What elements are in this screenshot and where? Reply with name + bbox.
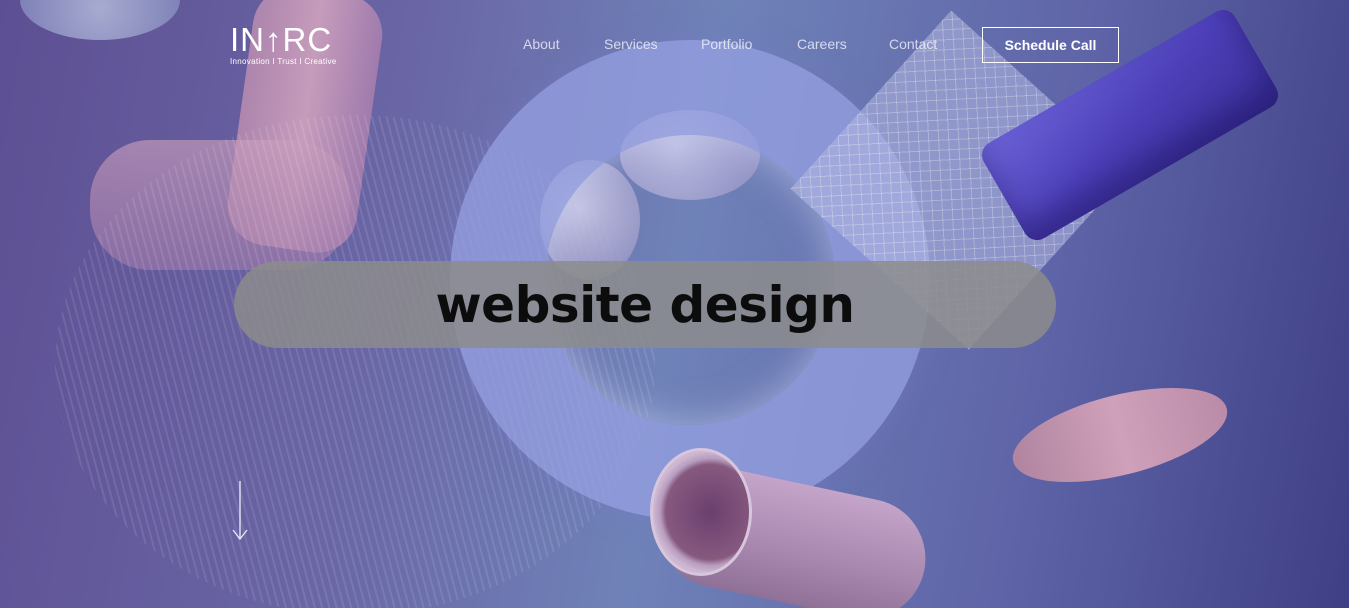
nav-link-services[interactable]: Services — [604, 36, 658, 52]
decorative-tube-opening — [650, 448, 752, 576]
hero-headline: website design — [435, 275, 855, 334]
site-logo[interactable]: IN↑RC Innovation I Trust I Creative — [230, 21, 337, 66]
nav-link-portfolio[interactable]: Portfolio — [701, 36, 752, 52]
decorative-blob — [20, 0, 180, 40]
arrow-down-icon-graphic — [232, 481, 248, 541]
headline-pill: website design — [234, 261, 1056, 348]
nav-link-contact[interactable]: Contact — [889, 36, 937, 52]
logo-tagline: Innovation I Trust I Creative — [230, 57, 337, 66]
nav-link-about[interactable]: About — [523, 36, 560, 52]
nav-link-careers[interactable]: Careers — [797, 36, 847, 52]
decorative-pink-twist — [1003, 369, 1237, 501]
logo-wordmark: IN↑RC — [230, 21, 333, 58]
hero-section: IN↑RC Innovation I Trust I Creative Abou… — [0, 0, 1349, 608]
schedule-call-button[interactable]: Schedule Call — [982, 27, 1119, 63]
arrow-down-icon[interactable] — [232, 480, 248, 542]
